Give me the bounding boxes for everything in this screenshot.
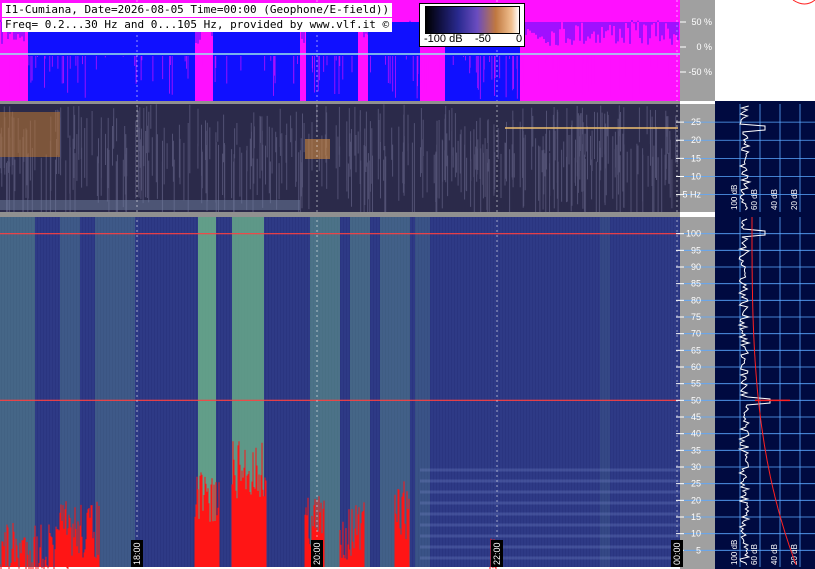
axis-separator [680, 212, 715, 217]
lowfreq-hot-spot [305, 139, 330, 159]
main-tick-label: 15 [691, 512, 701, 522]
colorscale-label-mid: -50 [475, 33, 491, 45]
main-tick-label: 5 [696, 545, 701, 555]
percent-tick-label: 50 % [691, 17, 712, 27]
main-tick-label: 35 [691, 445, 701, 455]
activity-band [0, 217, 35, 567]
main-tick-label: 45 [691, 412, 701, 422]
profile-top-blank [715, 0, 815, 101]
time-tick-label: 00:00 [672, 542, 682, 565]
main-tick-label: 65 [691, 345, 701, 355]
time-tick-label: 18:00 [132, 542, 142, 565]
profile-axis-label: 40 dB [770, 189, 779, 210]
header-station-line: I1-Cumiana, Date=2026-08-05 Time=00:00 (… [2, 3, 393, 17]
main-tick-label: 30 [691, 462, 701, 472]
main-tick-label: 80 [691, 295, 701, 305]
activity-band [350, 217, 370, 567]
panel-separator [0, 212, 680, 217]
main-tick-label: 25 [691, 479, 701, 489]
lowfreq-tick-label: 10 [691, 171, 701, 181]
panel-separator [0, 101, 680, 104]
main-tick-label: 85 [691, 279, 701, 289]
lowfreq-tick-label: 25 [691, 117, 701, 127]
main-tick-label: 55 [691, 379, 701, 389]
colorscale-label-min: -100 dB [424, 33, 463, 45]
lowfreq-tick-label: 15 [691, 153, 701, 163]
main-tick-label: 100 [686, 229, 701, 239]
time-tick-label: 22:00 [492, 542, 502, 565]
main-tick-label: 40 [691, 429, 701, 439]
colorscale-bar [425, 6, 520, 34]
axis-separator [680, 101, 715, 104]
percent-tick-label: 0 % [696, 42, 712, 52]
profile-axis-label: 60 dB [750, 544, 759, 565]
main-tick-label: 75 [691, 312, 701, 322]
lowfreq-bottom-band [0, 200, 300, 210]
colorscale-label-max: 0 [516, 33, 523, 45]
percent-tick-label: -50 % [688, 67, 712, 77]
profile-axis-label: 40 dB [770, 544, 779, 565]
lowfreq-hot-region [0, 112, 60, 157]
activity-band [95, 217, 135, 567]
spectrogram-canvas: 50 %0 %-50 %1009590858075706560555045403… [0, 0, 815, 569]
header-frequency-line: Freq= 0.2...30 Hz and 0...105 Hz, provid… [2, 18, 393, 32]
lowfreq-tick-label: 20 [691, 135, 701, 145]
profile-axis-label: 100 dB [730, 185, 739, 210]
main-tick-label: 95 [691, 245, 701, 255]
profile-axis-label: 100 dB [730, 540, 739, 565]
main-tick-label: 10 [691, 529, 701, 539]
lowfreq-tick-label: 5 Hz [682, 190, 701, 200]
colorscale-legend: -100 dB -50 0 [419, 3, 525, 47]
main-tick-label: 60 [691, 362, 701, 372]
profile-axis-label: 20 dB [790, 189, 799, 210]
profile-axis-label: 60 dB [750, 189, 759, 210]
main-tick-label: 20 [691, 495, 701, 505]
main-tick-label: 70 [691, 329, 701, 339]
vlf-monitor-display: 50 % 0 % -50 % 100 95 90 85 80 75 70 65 60 55 50 45 40 3… [0, 0, 815, 569]
main-tick-label: 90 [691, 262, 701, 272]
time-tick-label: 20:00 [312, 542, 322, 565]
main-tick-label: 50 [691, 395, 701, 405]
